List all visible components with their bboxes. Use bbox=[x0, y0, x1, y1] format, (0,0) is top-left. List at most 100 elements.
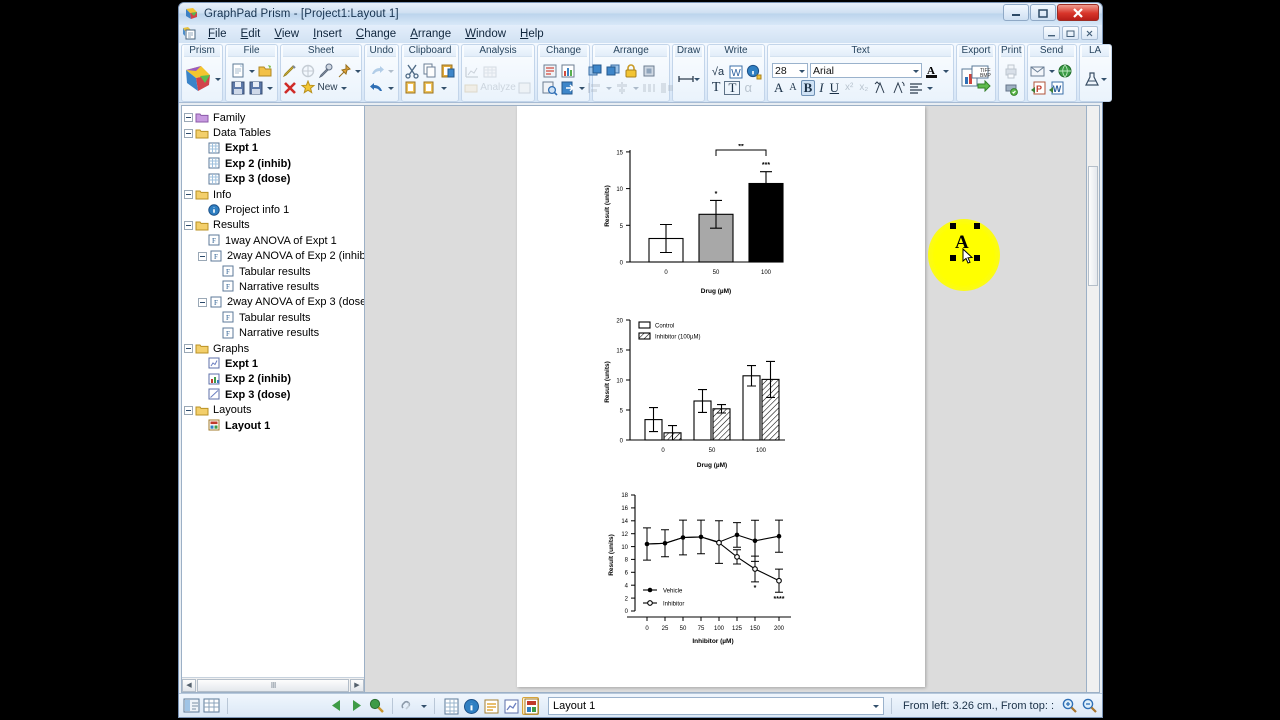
tree-node[interactable]: Layout 1 bbox=[184, 418, 364, 433]
group-objects-icon[interactable] bbox=[641, 63, 657, 79]
workspace-scroll-thumb[interactable] bbox=[1088, 166, 1098, 286]
sheet-links-caret-icon[interactable] bbox=[420, 699, 427, 713]
font-name-caret-icon[interactable] bbox=[912, 64, 919, 78]
send-to-back-icon[interactable] bbox=[605, 63, 621, 79]
tree-node[interactable]: F Tabular results bbox=[184, 264, 364, 279]
shrink-font-icon[interactable]: A bbox=[787, 81, 798, 95]
new-sheet-label[interactable]: New bbox=[318, 82, 338, 93]
menu-insert[interactable]: Insert bbox=[306, 27, 349, 41]
open-file-icon[interactable] bbox=[257, 63, 273, 79]
font-color-caret-icon[interactable] bbox=[942, 64, 949, 78]
mdi-minimize-button[interactable] bbox=[1043, 26, 1060, 40]
draw-line-icon[interactable] bbox=[677, 71, 694, 87]
tree-node[interactable]: Exp 2 (inhib) bbox=[184, 156, 364, 171]
sheet-name-caret-icon[interactable] bbox=[872, 699, 880, 713]
save-as-icon[interactable] bbox=[248, 80, 264, 96]
text-box-icon[interactable]: T bbox=[724, 80, 741, 95]
project-tree[interactable]: Family Data Tables Expt 1 Exp 2 (inhib) Exp … bbox=[182, 106, 364, 677]
menu-arrange[interactable]: Arrange bbox=[403, 27, 458, 41]
tab-layouts[interactable] bbox=[522, 696, 539, 715]
font-size-field[interactable]: 28 bbox=[772, 63, 808, 78]
send-email-caret-icon[interactable] bbox=[1048, 64, 1056, 78]
paste-icon[interactable] bbox=[440, 63, 456, 79]
tree-node[interactable]: F Narrative results bbox=[184, 325, 364, 340]
menu-view[interactable]: View bbox=[267, 27, 306, 41]
menu-file[interactable]: File bbox=[201, 27, 234, 41]
new-sheet-icon[interactable] bbox=[300, 79, 316, 96]
word-object-icon[interactable]: W bbox=[728, 64, 744, 80]
text-direction-icon[interactable] bbox=[872, 80, 888, 96]
tree-node[interactable]: Exp 3 (dose) bbox=[184, 387, 364, 402]
cut-icon[interactable] bbox=[404, 63, 420, 79]
underline-button[interactable]: U bbox=[828, 80, 841, 95]
menu-change[interactable]: Change bbox=[349, 27, 403, 41]
text-align-icon[interactable] bbox=[908, 80, 924, 96]
tree-expander[interactable] bbox=[184, 344, 193, 354]
tree-expander[interactable] bbox=[184, 220, 193, 230]
insert-info-icon[interactable] bbox=[746, 64, 762, 80]
send-word-icon[interactable]: W bbox=[1048, 80, 1064, 96]
tree-expander[interactable] bbox=[198, 297, 207, 307]
sheet-links-icon[interactable] bbox=[400, 697, 417, 714]
resize-handle-bl[interactable] bbox=[950, 255, 956, 261]
show-navigator-icon[interactable] bbox=[183, 697, 200, 714]
layout-page[interactable]: 0 5 10 15 * *** ** 0 50 100 Drug (µM) Re… bbox=[517, 106, 925, 687]
menu-window[interactable]: Window bbox=[458, 27, 513, 41]
sheet-caret-icon[interactable] bbox=[354, 64, 361, 78]
tree-node[interactable]: Project info 1 bbox=[184, 202, 364, 217]
tree-node[interactable]: Graphs bbox=[184, 341, 364, 356]
undo-icon[interactable] bbox=[369, 80, 385, 96]
font-name-field[interactable]: Arial bbox=[810, 63, 922, 78]
tree-node[interactable]: F 1way ANOVA of Expt 1 bbox=[184, 233, 364, 248]
minimize-button[interactable] bbox=[1003, 4, 1029, 21]
tree-expander[interactable] bbox=[198, 251, 207, 261]
edit-sheet-icon[interactable] bbox=[318, 63, 334, 79]
chart-exp2-grouped-bar[interactable]: 0 5 10 15 20 0 50 100 Control Inhibitor … bbox=[595, 314, 795, 474]
scroll-left-button[interactable]: ◀ bbox=[182, 678, 196, 692]
font-size-caret-icon[interactable] bbox=[798, 64, 805, 78]
send-powerpoint-icon[interactable]: P bbox=[1030, 80, 1046, 96]
tab-results[interactable] bbox=[482, 697, 499, 715]
save-icon[interactable] bbox=[230, 80, 246, 96]
new-file-caret-icon[interactable] bbox=[248, 64, 255, 78]
change-graph-type-icon[interactable] bbox=[560, 63, 576, 79]
zoom-in-button[interactable] bbox=[1061, 697, 1078, 714]
prism-logo-icon[interactable] bbox=[184, 64, 214, 94]
delete-sheet-icon[interactable] bbox=[282, 80, 298, 96]
lab-archives-icon[interactable] bbox=[1084, 71, 1100, 87]
save-as-caret-icon[interactable] bbox=[266, 81, 273, 95]
next-sheet-button[interactable] bbox=[348, 697, 365, 714]
zoom-out-button[interactable] bbox=[1081, 697, 1098, 714]
chart-expt1-bar[interactable]: 0 5 10 15 * *** ** 0 50 100 Drug (µM) Re… bbox=[595, 144, 795, 314]
change-format-icon[interactable] bbox=[542, 63, 558, 79]
bold-button[interactable]: B bbox=[800, 79, 816, 96]
maximize-button[interactable] bbox=[1030, 4, 1056, 21]
tree-node[interactable]: Exp 3 (dose) bbox=[184, 172, 364, 187]
paste-special-icon[interactable] bbox=[404, 80, 420, 96]
tree-node[interactable]: Data Tables bbox=[184, 125, 364, 140]
tree-node[interactable]: F Tabular results bbox=[184, 310, 364, 325]
bring-to-front-icon[interactable] bbox=[587, 63, 603, 79]
text-align-caret-icon[interactable] bbox=[926, 81, 934, 95]
tab-graphs[interactable] bbox=[502, 697, 519, 715]
change-caret-icon[interactable] bbox=[578, 81, 585, 95]
export-icon[interactable]: TIFF BMP bbox=[961, 64, 992, 94]
copy-icon[interactable] bbox=[422, 63, 438, 79]
tree-node[interactable]: Info bbox=[184, 187, 364, 202]
tree-node[interactable]: F Narrative results bbox=[184, 279, 364, 294]
menu-help[interactable]: Help bbox=[513, 27, 551, 41]
show-all-sheets-icon[interactable] bbox=[203, 697, 220, 714]
tree-expander[interactable] bbox=[184, 405, 193, 415]
tab-data-tables[interactable] bbox=[442, 697, 459, 715]
text-tool-icon[interactable]: T bbox=[710, 80, 723, 95]
tree-node[interactable]: F 2way ANOVA of Exp 2 (inhib) bbox=[184, 249, 364, 264]
font-color-icon[interactable]: A bbox=[924, 63, 940, 79]
navigator-horizontal-scrollbar[interactable]: ◀ ‖‖ ▶ bbox=[182, 677, 364, 692]
close-button[interactable] bbox=[1057, 4, 1099, 21]
undo-caret-icon[interactable] bbox=[387, 81, 394, 95]
tree-node[interactable]: Expt 1 bbox=[184, 141, 364, 156]
draw-caret-icon[interactable] bbox=[693, 72, 700, 86]
resize-handle-tl[interactable] bbox=[950, 223, 956, 229]
workspace-vertical-scrollbar[interactable] bbox=[1087, 105, 1100, 693]
lab-archives-caret-icon[interactable] bbox=[1100, 72, 1107, 86]
